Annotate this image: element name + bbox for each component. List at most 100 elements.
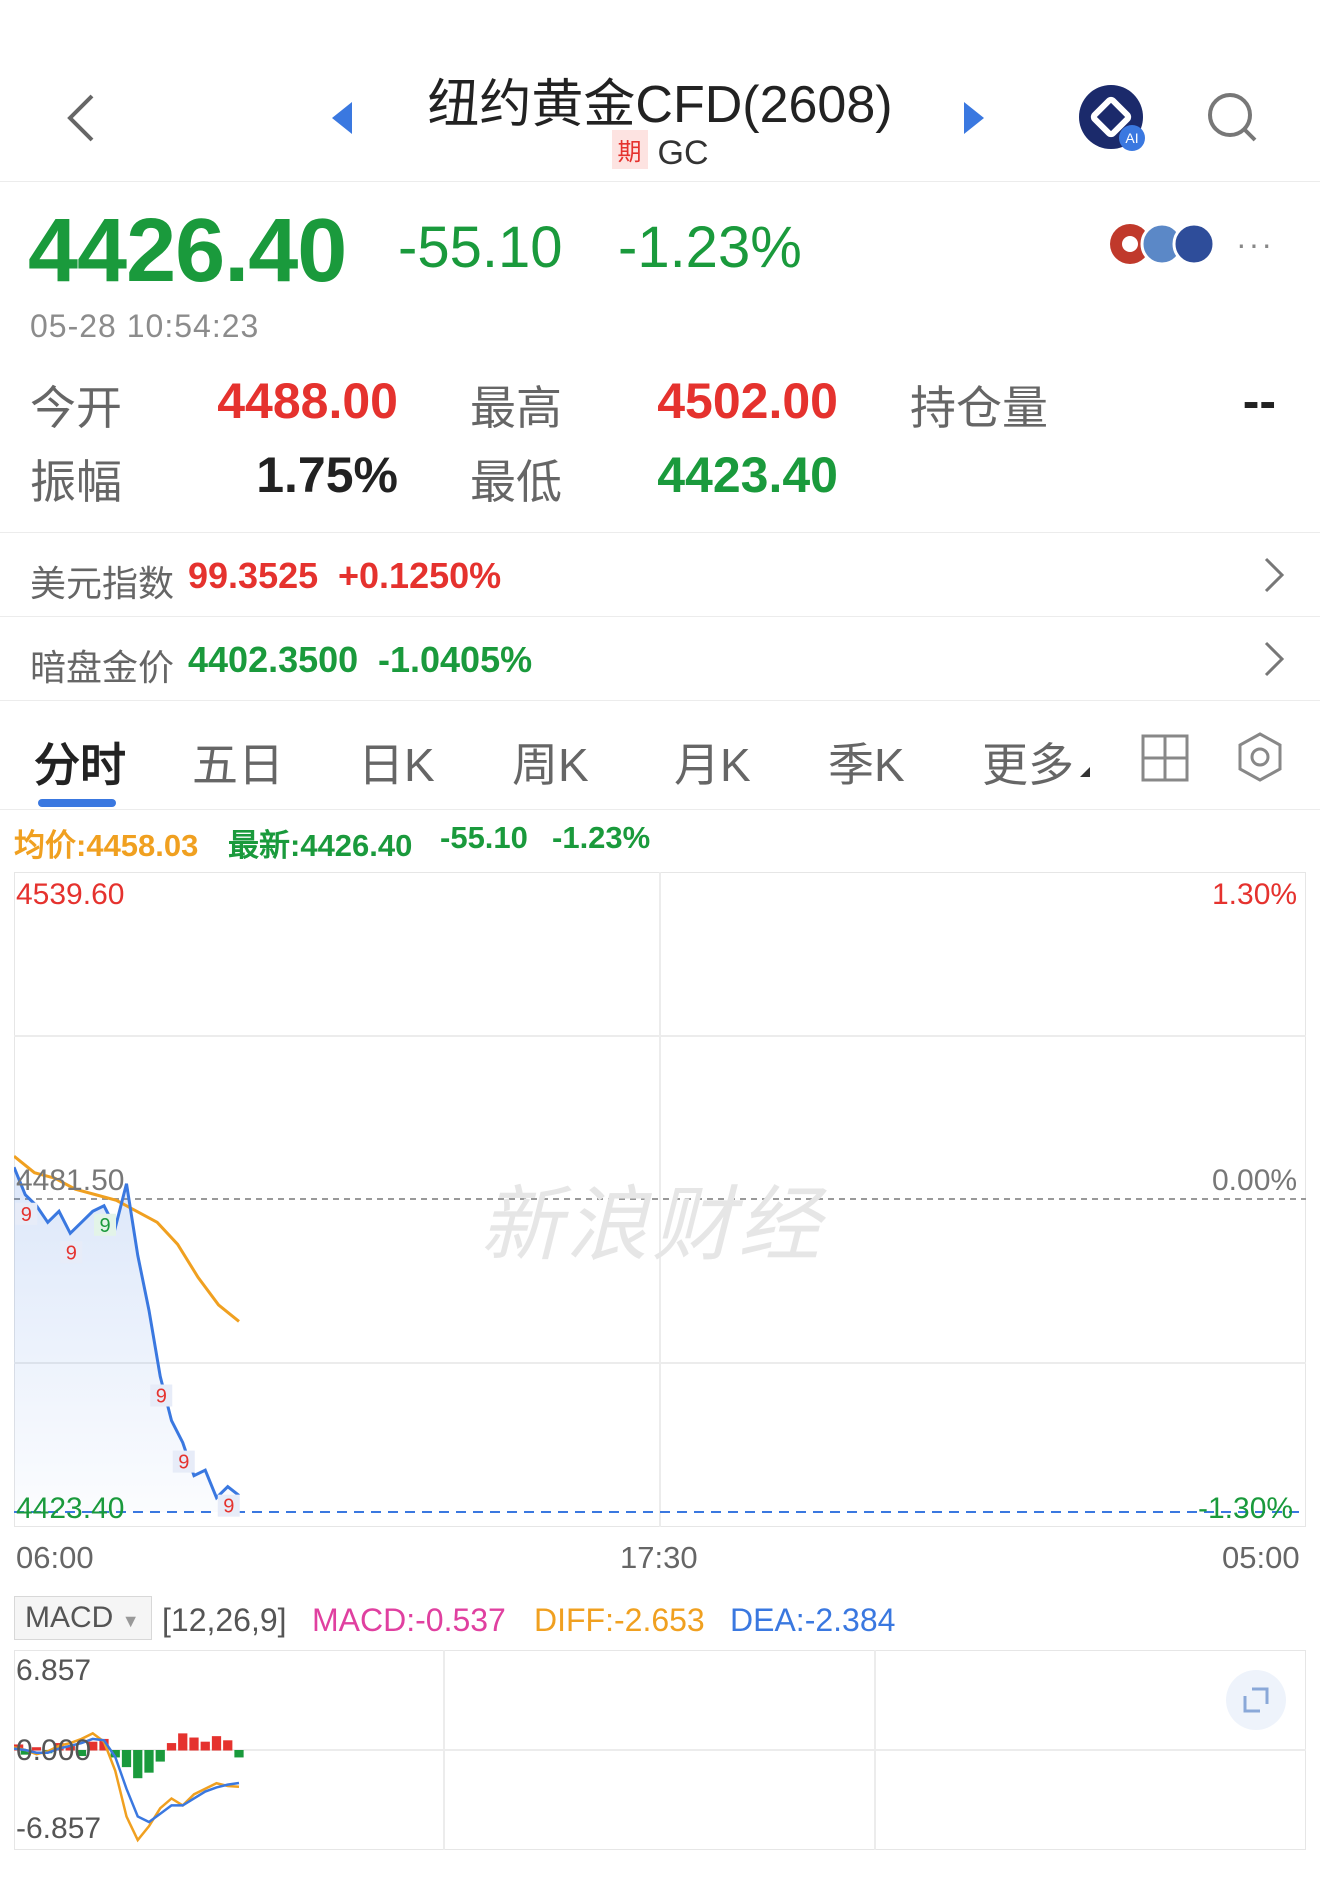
chevron-right-icon bbox=[1264, 641, 1285, 677]
more-options-icon[interactable]: ··· bbox=[1236, 226, 1274, 263]
header: 纽约黄金CFD(2608) 期 GC AI bbox=[0, 0, 1320, 182]
tab-daily-k[interactable]: 日K bbox=[358, 729, 435, 795]
settings-gear-icon[interactable] bbox=[1234, 731, 1286, 783]
search-icon[interactable] bbox=[1205, 90, 1259, 144]
macd-chart[interactable] bbox=[14, 1650, 1306, 1850]
period-tabs: 分时 五日 日K 周K 月K 季K 更多 bbox=[0, 700, 1320, 810]
tab-monthly-k[interactable]: 月K bbox=[674, 729, 751, 795]
signal-marker: 9 bbox=[172, 1450, 195, 1474]
macd-value: MACD:-0.537 bbox=[312, 1602, 506, 1638]
low-label: 最低 bbox=[470, 456, 562, 508]
chart-mid-left-label: 4481.50 bbox=[16, 1164, 125, 1197]
chart-mid-right-label: 0.00% bbox=[1212, 1164, 1298, 1197]
chevron-right-icon bbox=[1264, 557, 1285, 593]
community-avatars-icon[interactable] bbox=[1108, 222, 1218, 266]
indicator-select[interactable]: MACD ▼ bbox=[14, 1596, 152, 1640]
open-label: 今开 bbox=[30, 382, 122, 434]
open-interest-value: -- bbox=[1242, 373, 1276, 429]
ai-assistant-icon[interactable]: AI bbox=[1078, 84, 1148, 154]
signal-marker: 9 bbox=[15, 1202, 38, 1226]
macd-bar bbox=[200, 1741, 210, 1751]
tab-weekly-k[interactable]: 周K bbox=[512, 729, 589, 795]
dollar-index-value: 99.3525 bbox=[188, 555, 319, 596]
tab-more[interactable]: 更多 bbox=[982, 729, 1074, 795]
dark-gold-row[interactable]: 暗盘金价 4402.3500 -1.0405% bbox=[0, 616, 1320, 700]
dark-gold-value: 4402.3500 bbox=[188, 639, 359, 680]
diff-value: DIFF:-2.653 bbox=[534, 1602, 705, 1638]
back-arrow-icon[interactable] bbox=[62, 90, 102, 146]
dollar-index-row[interactable]: 美元指数 99.3525 +0.1250% bbox=[0, 532, 1320, 616]
active-tab-indicator bbox=[38, 799, 116, 807]
signal-marker: 9 bbox=[217, 1494, 240, 1518]
dark-gold-pct: -1.0405% bbox=[378, 639, 533, 680]
time-end-label: 05:00 bbox=[1222, 1540, 1300, 1575]
dollar-index-label: 美元指数 bbox=[30, 563, 175, 604]
dollar-index-pct: +0.1250% bbox=[338, 555, 502, 596]
dark-gold-label: 暗盘金价 bbox=[30, 647, 175, 688]
amplitude-label: 振幅 bbox=[30, 456, 122, 508]
open-interest-label: 持仓量 bbox=[910, 382, 1048, 434]
page-title: 纽约黄金CFD(2608) bbox=[427, 76, 893, 134]
svg-text:9: 9 bbox=[178, 1452, 189, 1474]
latest-price-info: 最新:4426.40 bbox=[228, 828, 413, 863]
time-mid-label: 17:30 bbox=[620, 1540, 698, 1575]
indicator-select-label: MACD bbox=[25, 1601, 114, 1634]
svg-text:AI: AI bbox=[1125, 130, 1138, 146]
macd-bar bbox=[223, 1740, 233, 1751]
price-change-pct: -1.23% bbox=[618, 215, 802, 280]
dropdown-arrow-icon: ▼ bbox=[121, 1611, 140, 1631]
svg-text:9: 9 bbox=[21, 1204, 32, 1226]
dropdown-corner-icon bbox=[1080, 767, 1090, 777]
last-price: 4426.40 bbox=[28, 201, 347, 301]
macd-params: [12,26,9] bbox=[162, 1602, 287, 1638]
tab-quarterly-k[interactable]: 季K bbox=[828, 729, 905, 795]
chart-top-left-label: 4539.60 bbox=[16, 878, 125, 911]
macd-bar bbox=[121, 1750, 132, 1768]
tab-five-day[interactable]: 五日 bbox=[192, 729, 284, 795]
macd-bar bbox=[166, 1743, 177, 1751]
layout-grid-icon[interactable] bbox=[1140, 733, 1190, 783]
svg-text:9: 9 bbox=[156, 1386, 167, 1408]
macd-bottom-label: -6.857 bbox=[16, 1812, 102, 1845]
latest-pct-info: -1.23% bbox=[552, 820, 651, 855]
prev-triangle-icon[interactable] bbox=[330, 100, 354, 136]
open-value: 4488.00 bbox=[217, 373, 398, 429]
dea-value: DEA:-2.384 bbox=[730, 1602, 896, 1638]
signal-marker: 9 bbox=[150, 1384, 173, 1408]
futures-badge: 期 bbox=[611, 130, 648, 169]
latest-change-info: -55.10 bbox=[440, 820, 528, 855]
signal-marker: 9 bbox=[60, 1241, 83, 1264]
sina-finance-watermark: 新浪财经 bbox=[480, 1180, 824, 1271]
avg-price-info: 均价:4458.03 bbox=[14, 828, 199, 863]
tab-intraday[interactable]: 分时 bbox=[34, 729, 126, 795]
expand-icon bbox=[1243, 1687, 1269, 1713]
macd-bar bbox=[211, 1736, 222, 1751]
macd-bar bbox=[144, 1750, 154, 1773]
signal-marker: 9 bbox=[94, 1213, 116, 1237]
macd-bar bbox=[234, 1750, 244, 1758]
symbol-code: GC bbox=[657, 134, 709, 172]
chart-bottom-right-label: -1.30% bbox=[1198, 1492, 1294, 1525]
time-start-label: 06:00 bbox=[16, 1540, 94, 1575]
price-change: -55.10 bbox=[398, 215, 563, 280]
svg-text:9: 9 bbox=[223, 1496, 234, 1518]
amplitude-value: 1.75% bbox=[256, 447, 398, 503]
chart-bottom-left-label: 4423.40 bbox=[16, 1492, 125, 1525]
macd-bar bbox=[133, 1750, 143, 1779]
high-value: 4502.00 bbox=[657, 373, 838, 429]
macd-top-label: 6.857 bbox=[16, 1654, 92, 1687]
macd-zero-label: 0.000 bbox=[16, 1734, 92, 1767]
macd-bar bbox=[178, 1733, 188, 1751]
low-value: 4423.40 bbox=[657, 447, 838, 503]
quote-timestamp: 05-28 10:54:23 bbox=[30, 308, 260, 344]
svg-text:9: 9 bbox=[99, 1215, 110, 1237]
chart-top-right-label: 1.30% bbox=[1212, 878, 1298, 911]
symbol-subtitle: 期 GC bbox=[400, 130, 920, 173]
macd-bar bbox=[155, 1750, 165, 1762]
macd-bar bbox=[189, 1737, 199, 1751]
svg-text:9: 9 bbox=[66, 1242, 77, 1264]
expand-chart-button[interactable] bbox=[1226, 1670, 1286, 1730]
next-triangle-icon[interactable] bbox=[962, 100, 986, 136]
price-area-fill bbox=[14, 1167, 239, 1512]
high-label: 最高 bbox=[470, 382, 562, 434]
